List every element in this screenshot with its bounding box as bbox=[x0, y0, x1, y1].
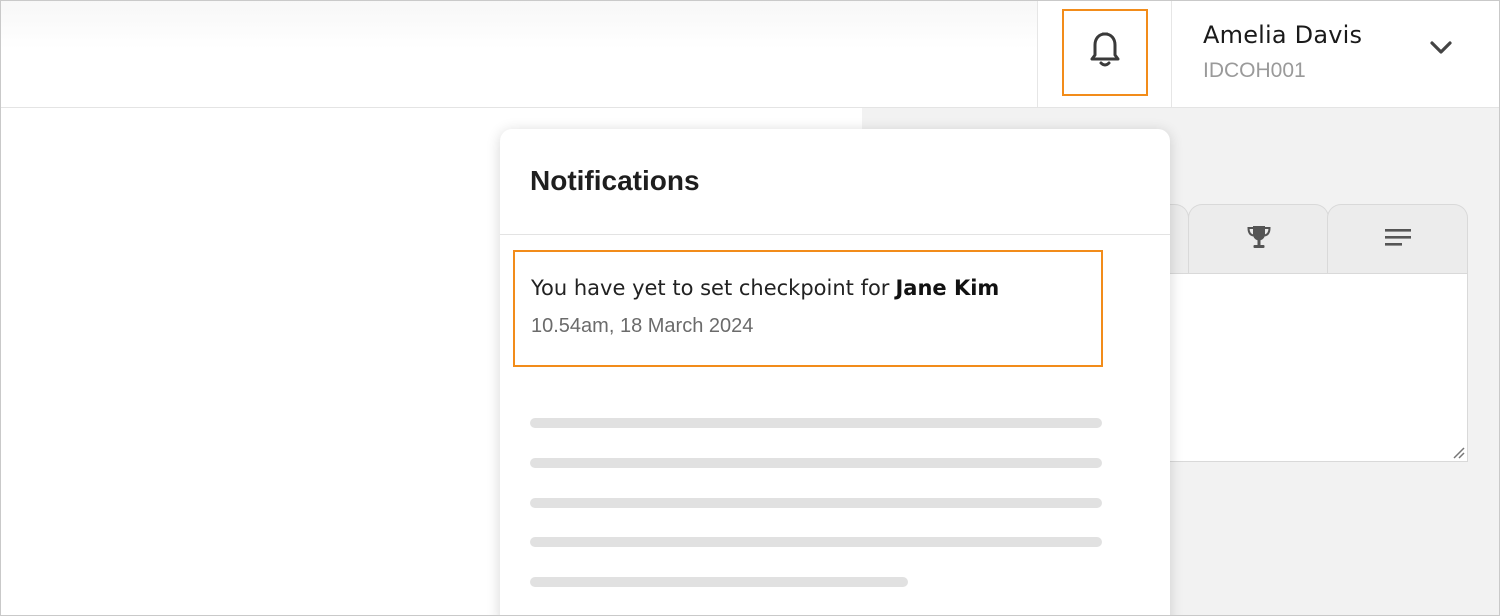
chevron-down-icon bbox=[1429, 39, 1453, 60]
tab-achievements[interactable] bbox=[1188, 204, 1329, 274]
trophy-icon bbox=[1245, 223, 1273, 256]
divider bbox=[500, 234, 1170, 235]
notes-textarea[interactable] bbox=[1151, 273, 1468, 462]
notification-message: You have yet to set checkpoint for Jane K… bbox=[531, 276, 999, 300]
header-divider bbox=[1171, 1, 1172, 107]
notification-message-text: You have yet to set checkpoint for bbox=[531, 276, 890, 300]
loading-placeholder-line bbox=[530, 537, 1102, 547]
notification-item[interactable]: You have yet to set checkpoint for Jane K… bbox=[513, 250, 1103, 367]
header-blank-area bbox=[1, 1, 1037, 107]
tab-notes[interactable] bbox=[1327, 204, 1468, 274]
resize-grip-icon[interactable] bbox=[1451, 445, 1465, 459]
notifications-title: Notifications bbox=[530, 165, 700, 196]
bell-icon bbox=[1088, 30, 1122, 75]
notifications-button[interactable] bbox=[1062, 9, 1148, 96]
notifications-dropdown: Notifications You have yet to set checkp… bbox=[500, 129, 1170, 615]
user-id: IDCOH001 bbox=[1203, 59, 1306, 82]
notification-timestamp: 10.54am, 18 March 2024 bbox=[531, 315, 754, 337]
lines-icon bbox=[1384, 226, 1412, 253]
user-menu-toggle[interactable] bbox=[1423, 31, 1459, 67]
user-name: Amelia Davis bbox=[1203, 21, 1363, 49]
loading-placeholder-line bbox=[530, 498, 1102, 508]
top-header: Amelia Davis IDCOH001 bbox=[1, 1, 1499, 108]
header-divider bbox=[1037, 1, 1038, 107]
notification-subject: Jane Kim bbox=[895, 276, 1000, 300]
loading-placeholder-line bbox=[530, 577, 908, 587]
loading-placeholder-line bbox=[530, 418, 1102, 428]
app-window: Amelia Davis IDCOH001 Notifications You … bbox=[0, 0, 1500, 616]
loading-placeholder-line bbox=[530, 458, 1102, 468]
